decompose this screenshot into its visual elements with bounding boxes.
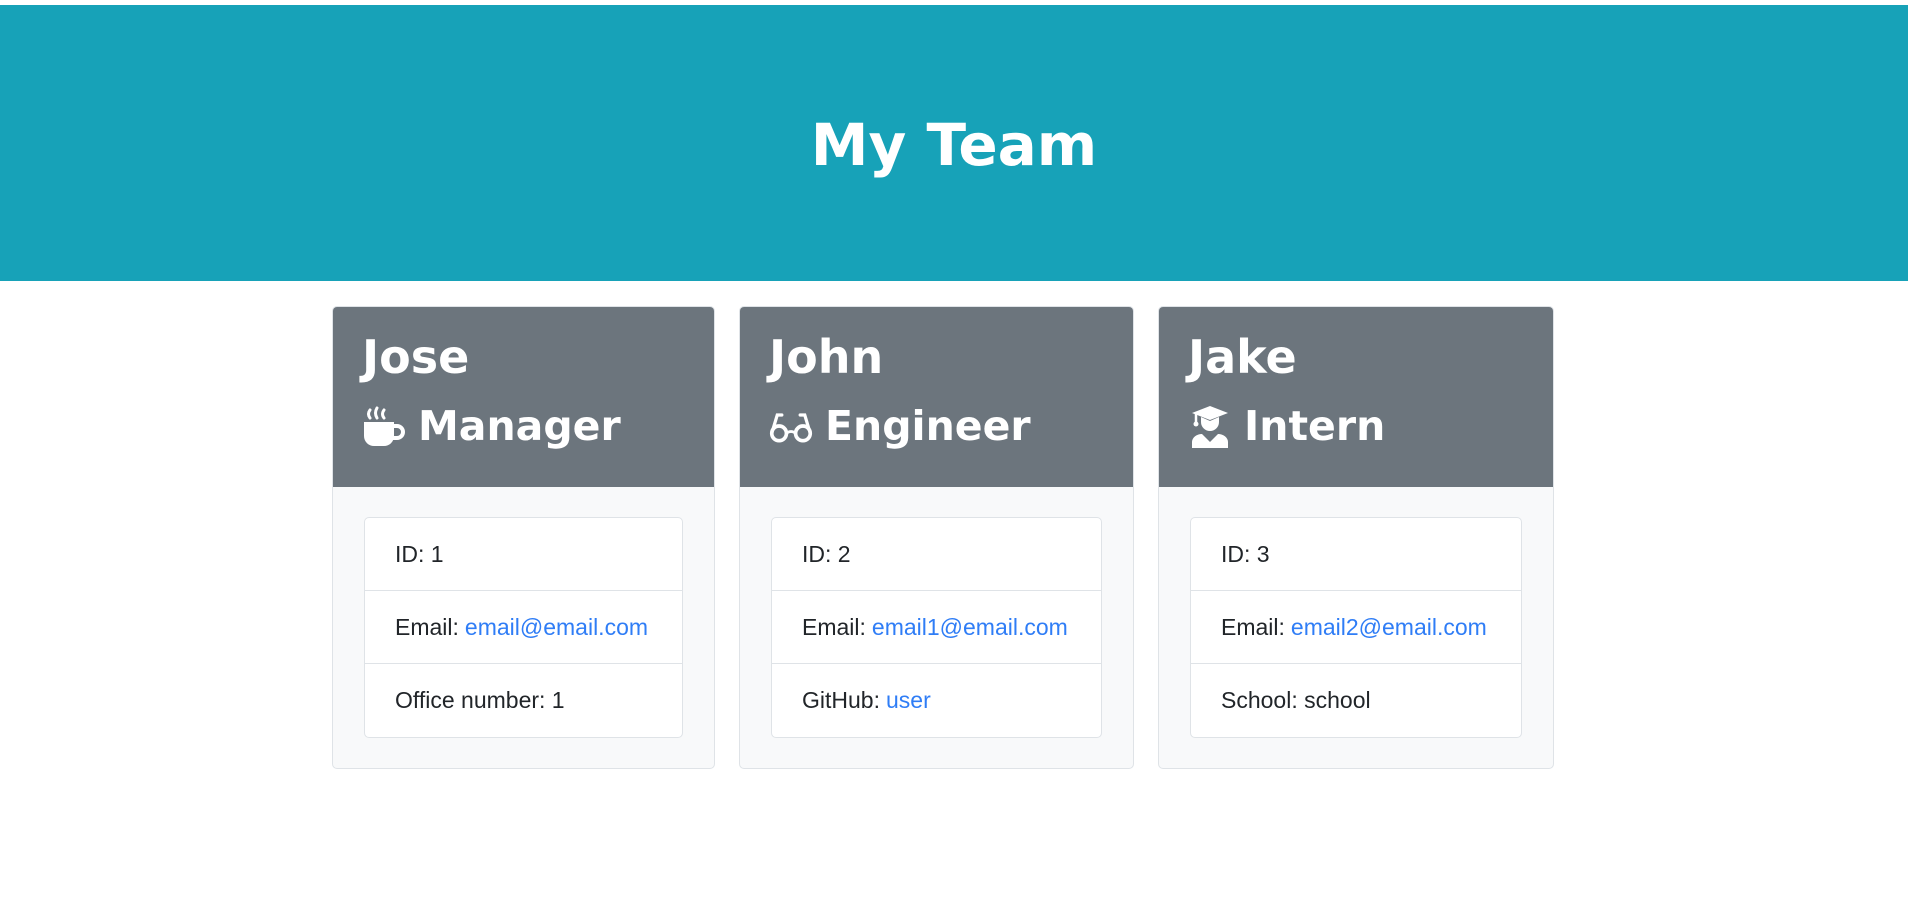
employee-email: Email: email1@email.com [772, 591, 1101, 664]
page-title: My Team [810, 111, 1098, 179]
role-label: Engineer [825, 402, 1031, 450]
id-text: ID: 1 [395, 540, 444, 567]
school-text: School: school [1221, 687, 1371, 713]
id-text: ID: 2 [802, 540, 851, 567]
employee-role: Manager [362, 399, 714, 453]
employee-card-engineer: John Engineer ID: 2 Email: email1@email.… [739, 306, 1134, 769]
employee-github: GitHub: user [772, 664, 1101, 737]
employee-name: Jose [362, 330, 470, 384]
id-text: ID: 3 [1221, 540, 1270, 567]
office-number-text: Office number: 1 [395, 687, 565, 713]
employee-name: Jake [1188, 330, 1297, 384]
card-header: Jose Manager [333, 307, 714, 487]
role-label: Manager [418, 402, 621, 450]
employee-role: Engineer [769, 399, 1133, 453]
employee-id: ID: 2 [772, 518, 1101, 591]
email-link[interactable]: email@email.com [465, 614, 648, 641]
employee-role: Intern [1188, 399, 1553, 453]
employee-school: School: school [1191, 664, 1521, 737]
coffee-mug-icon [362, 404, 406, 448]
employee-name: John [769, 330, 884, 384]
card-header: Jake Intern [1159, 307, 1553, 487]
employee-details-list: ID: 1 Email: email@email.com Office numb… [364, 517, 683, 738]
employee-card-manager: Jose Manager ID: 1 Email: email@email.co… [332, 306, 715, 769]
card-header: John Engineer [740, 307, 1133, 487]
glasses-icon [769, 404, 813, 448]
github-label: GitHub: [802, 687, 880, 713]
email-label: Email: [1221, 613, 1285, 640]
employee-id: ID: 3 [1191, 518, 1521, 591]
employee-id: ID: 1 [365, 518, 682, 591]
role-label: Intern [1244, 402, 1386, 450]
employee-email: Email: email@email.com [365, 591, 682, 664]
employee-card-intern: Jake Intern ID: 3 Email: email2@email.co… [1158, 306, 1554, 769]
email-link[interactable]: email2@email.com [1291, 614, 1487, 641]
employee-office-number: Office number: 1 [365, 664, 682, 737]
page-header: My Team [0, 5, 1908, 281]
email-link[interactable]: email1@email.com [872, 614, 1068, 641]
github-link[interactable]: user [886, 687, 931, 714]
email-label: Email: [395, 613, 459, 640]
email-label: Email: [802, 613, 866, 640]
employee-details-list: ID: 3 Email: email2@email.com School: sc… [1190, 517, 1522, 738]
graduate-icon [1188, 404, 1232, 448]
employee-email: Email: email2@email.com [1191, 591, 1521, 664]
employee-details-list: ID: 2 Email: email1@email.com GitHub: us… [771, 517, 1102, 738]
